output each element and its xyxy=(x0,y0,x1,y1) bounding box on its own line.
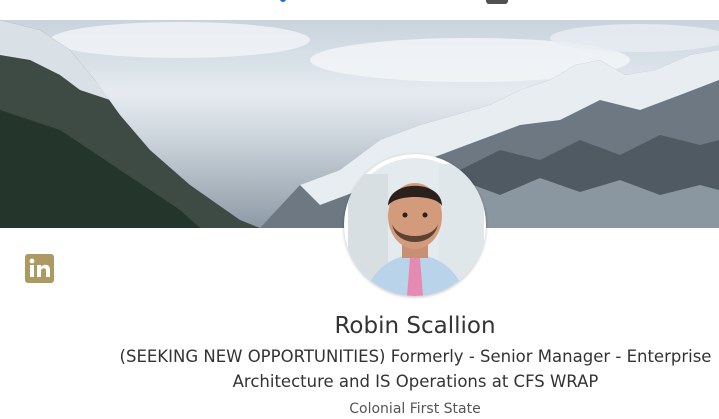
nav-item-cutoff[interactable] xyxy=(486,0,508,4)
linkedin-icon[interactable] xyxy=(25,254,54,283)
nav-item-cutoff[interactable] xyxy=(280,0,286,2)
profile-headline: (SEEKING NEW OPPORTUNITIES) Formerly - S… xyxy=(119,347,712,391)
profile-name: Robin Scallion xyxy=(334,313,496,339)
profile-photo[interactable] xyxy=(344,154,486,296)
profile-company[interactable]: Colonial First State xyxy=(265,399,565,419)
top-navigation-bar xyxy=(0,0,719,21)
